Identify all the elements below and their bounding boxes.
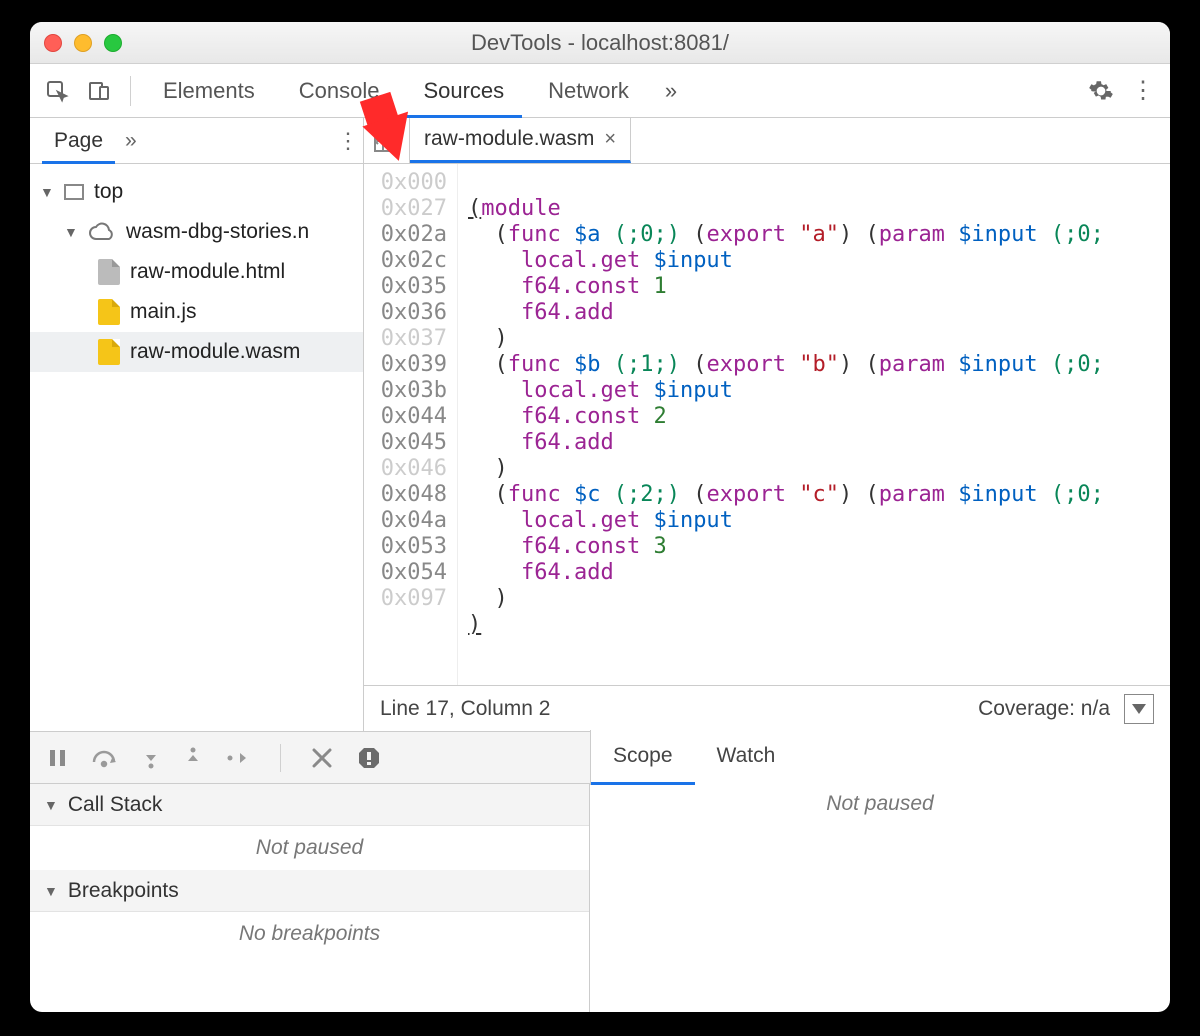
callstack-message: Not paused [30,826,589,870]
close-tab-icon[interactable]: × [604,128,616,151]
step-into-icon[interactable] [142,747,160,769]
tab-scope[interactable]: Scope [591,730,695,785]
navigator-tab-page[interactable]: Page [42,118,115,164]
tab-elements[interactable]: Elements [145,64,273,118]
window-controls [44,34,122,52]
pause-icon[interactable] [48,748,68,768]
navigator-header: Page » ⋮ [30,118,364,163]
disclosure-triangle-icon[interactable]: ▼ [44,883,58,899]
tree-label: raw-module.html [130,260,285,284]
scope-message: Not paused [826,792,933,816]
section-breakpoints[interactable]: ▼ Breakpoints [30,870,589,912]
navigator-overflow[interactable]: » [115,129,147,153]
editor-statusbar: Line 17, Column 2 Coverage: n/a [364,685,1170,731]
inspect-element-icon[interactable] [40,74,74,108]
file-icon [98,259,120,285]
tree-label: raw-module.wasm [130,340,300,364]
sidebar-toggle-icon[interactable] [1124,694,1154,724]
tree-item-file[interactable]: raw-module.html [30,252,363,292]
file-icon [98,299,120,325]
tab-network[interactable]: Network [530,64,647,118]
debugger-body: ▼ Call Stack Not paused ▼ Breakpoints No… [30,784,1170,1012]
device-toolbar-icon[interactable] [82,74,116,108]
gear-icon[interactable] [1084,74,1118,108]
cloud-icon [88,222,116,242]
code-content[interactable]: ((modulemodule (func $a (;0;) (export "a… [458,164,1170,685]
tree-item-top[interactable]: ▼ top [30,172,363,212]
tree-label: main.js [130,300,197,324]
cursor-position: Line 17, Column 2 [380,697,550,721]
editor-tab-raw-module-wasm[interactable]: raw-module.wasm × [410,118,631,163]
section-title: Call Stack [68,793,163,817]
pause-on-exceptions-icon[interactable] [357,746,381,770]
debugger-left-column: ▼ Call Stack Not paused ▼ Breakpoints No… [30,784,590,1012]
coverage-status: Coverage: n/a [978,697,1110,721]
tab-watch[interactable]: Watch [695,730,798,785]
editor-tab-label: raw-module.wasm [424,127,594,151]
section-title: Breakpoints [68,879,179,903]
tree-item-file[interactable]: raw-module.wasm [30,332,363,372]
disclosure-triangle-icon[interactable]: ▼ [64,224,78,240]
separator [280,744,281,772]
close-window-icon[interactable] [44,34,62,52]
sources-main: ▼ top ▼ wasm-dbg-stories.n raw-module.ht… [30,164,1170,731]
editor-tabstrip: raw-module.wasm × [364,118,1170,163]
code-area[interactable]: 0x000 0x027 0x02a 0x02c 0x035 0x036 0x03… [364,164,1170,685]
toggle-navigator-icon[interactable] [364,118,410,163]
sources-header-row: Page » ⋮ raw-module.wasm × [30,118,1170,164]
disclosure-triangle-icon[interactable]: ▼ [44,797,58,813]
zoom-window-icon[interactable] [104,34,122,52]
step-over-icon[interactable] [92,748,118,768]
tree-label: top [94,180,123,204]
separator [130,76,131,106]
breakpoints-message: No breakpoints [30,912,589,956]
debugger-toolbar: Scope Watch [30,732,1170,784]
step-out-icon[interactable] [184,747,202,769]
window-title: DevTools - localhost:8081/ [30,30,1170,56]
devtools-window: DevTools - localhost:8081/ Elements Cons… [30,22,1170,1012]
file-navigator[interactable]: ▼ top ▼ wasm-dbg-stories.n raw-module.ht… [30,164,364,731]
tree-item-domain[interactable]: ▼ wasm-dbg-stories.n [30,212,363,252]
debugger-panel: Scope Watch ▼ Call Stack Not paused ▼ Br… [30,731,1170,1012]
step-icon[interactable] [226,749,250,767]
titlebar: DevTools - localhost:8081/ [30,22,1170,64]
tab-console[interactable]: Console [281,64,398,118]
disclosure-triangle-icon[interactable]: ▼ [40,184,54,200]
navigator-menu-icon[interactable]: ⋮ [333,128,363,154]
tabs-overflow[interactable]: » [655,64,687,118]
kebab-menu-icon[interactable]: ⋮ [1126,74,1160,108]
minimize-window-icon[interactable] [74,34,92,52]
file-icon [98,339,120,365]
scope-panel: Not paused [590,784,1170,1012]
section-call-stack[interactable]: ▼ Call Stack [30,784,589,826]
tree-label: wasm-dbg-stories.n [126,220,309,244]
gutter[interactable]: 0x000 0x027 0x02a 0x02c 0x035 0x036 0x03… [364,164,458,685]
tab-sources[interactable]: Sources [405,64,522,118]
code-editor: 0x000 0x027 0x02a 0x02c 0x035 0x036 0x03… [364,164,1170,731]
main-toolbar: Elements Console Sources Network » ⋮ [30,64,1170,118]
frame-icon [64,184,84,200]
deactivate-breakpoints-icon[interactable] [311,747,333,769]
tree-item-file[interactable]: main.js [30,292,363,332]
